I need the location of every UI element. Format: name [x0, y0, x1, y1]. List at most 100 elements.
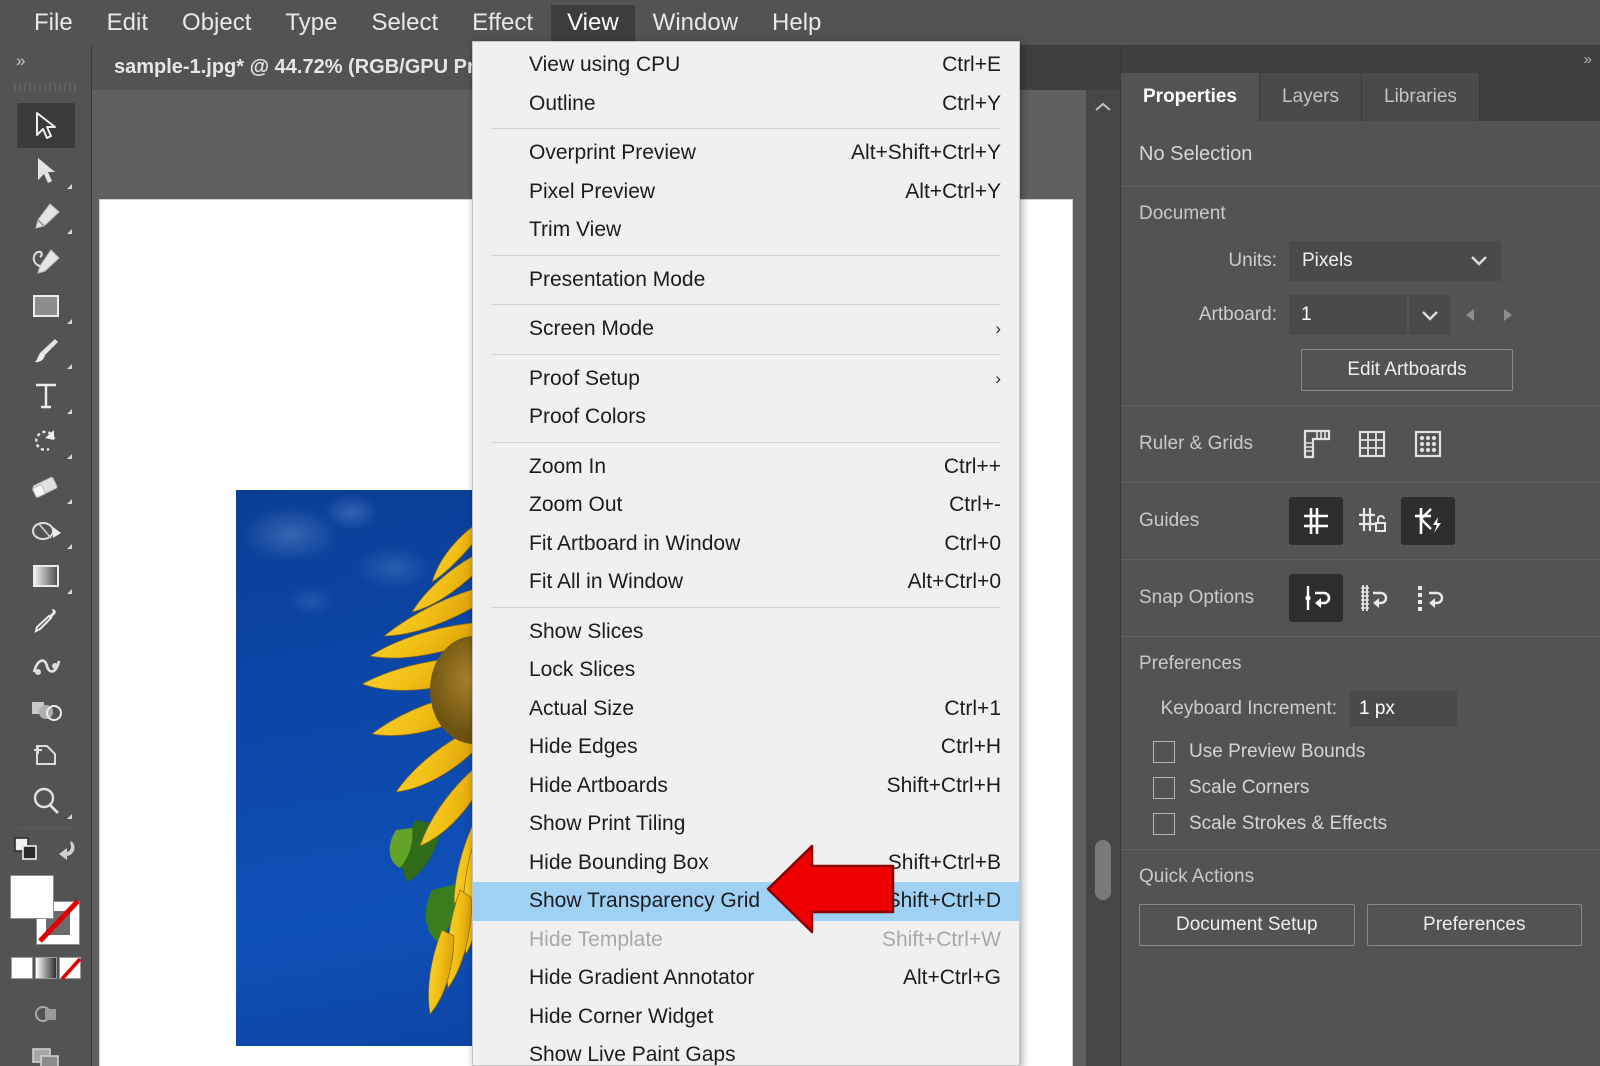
menu-item-presentation-mode[interactable]: Presentation Mode: [473, 261, 1019, 300]
reset-default-icon[interactable]: [51, 837, 79, 868]
panel-collapse-icon[interactable]: »: [1121, 45, 1600, 73]
eyedropper-tool[interactable]: [17, 598, 75, 643]
direct-selection-tool[interactable]: [17, 148, 75, 193]
menu-item-zoom-in[interactable]: Zoom InCtrl++: [473, 448, 1019, 487]
eraser-tool[interactable]: [17, 463, 75, 508]
use-preview-bounds-row[interactable]: Use Preview Bounds: [1153, 741, 1582, 763]
gradient-swatch[interactable]: [35, 957, 57, 979]
color-swatch[interactable]: [11, 957, 33, 979]
rotate-tool[interactable]: [17, 418, 75, 463]
canvas-vertical-scrollbar[interactable]: [1086, 90, 1120, 1066]
menu-item-trim-view[interactable]: Trim View: [473, 211, 1019, 250]
menu-item-hide-gradient-annotator[interactable]: Hide Gradient AnnotatorAlt+Ctrl+G: [473, 959, 1019, 998]
view-dropdown-menu[interactable]: View using CPUCtrl+EOutlineCtrl+Y Overpri…: [472, 41, 1020, 1066]
use-preview-bounds-checkbox[interactable]: [1153, 741, 1175, 763]
rectangle-tool[interactable]: [17, 283, 75, 328]
tab-properties[interactable]: Properties: [1121, 73, 1260, 121]
menu-help[interactable]: Help: [756, 5, 837, 41]
fill-stroke-swatches[interactable]: [10, 875, 82, 947]
units-select[interactable]: Pixels: [1289, 241, 1501, 281]
swap-fill-stroke-icon[interactable]: [13, 836, 43, 869]
pen-tool[interactable]: [17, 193, 75, 238]
menu-item-lock-slices[interactable]: Lock Slices: [473, 651, 1019, 690]
menu-object[interactable]: Object: [166, 5, 267, 41]
menu-item-hide-bounding-box[interactable]: Hide Bounding BoxShift+Ctrl+B: [473, 844, 1019, 883]
triangle-right-icon[interactable]: [1489, 295, 1527, 335]
artboard-tool[interactable]: [17, 733, 75, 778]
menu-item-show-slices[interactable]: Show Slices: [473, 613, 1019, 652]
tab-layers[interactable]: Layers: [1260, 73, 1362, 121]
artboard-input[interactable]: 1: [1289, 295, 1407, 335]
menu-item-proof-setup[interactable]: Proof Setup›: [473, 360, 1019, 399]
panel-drag-handle[interactable]: [14, 77, 77, 97]
smart-guides-icon[interactable]: [1401, 497, 1455, 545]
snap-to-grid-icon[interactable]: [1345, 574, 1399, 622]
shape-builder-tool[interactable]: [17, 688, 75, 733]
scale-corners-checkbox[interactable]: [1153, 777, 1175, 799]
menu-item-show-transparency-grid[interactable]: Show Transparency GridShift+Ctrl+D: [473, 882, 1019, 921]
show-rulers-icon[interactable]: [1289, 420, 1343, 468]
scale-corners-row[interactable]: Scale Corners: [1153, 777, 1582, 799]
scrollbar-thumb[interactable]: [1095, 840, 1111, 900]
menu-item-pixel-preview[interactable]: Pixel PreviewAlt+Ctrl+Y: [473, 173, 1019, 212]
gradient-tool[interactable]: [17, 553, 75, 598]
snap-to-point-icon[interactable]: [1289, 574, 1343, 622]
menu-window[interactable]: Window: [637, 5, 754, 41]
triangle-left-icon[interactable]: [1451, 295, 1489, 335]
zoom-tool[interactable]: [17, 778, 75, 823]
menu-item-hide-artboards[interactable]: Hide ArtboardsShift+Ctrl+H: [473, 767, 1019, 806]
menu-edit[interactable]: Edit: [91, 5, 164, 41]
menu-item-label: Trim View: [529, 218, 1001, 242]
tab-libraries[interactable]: Libraries: [1362, 73, 1480, 121]
scale-strokes-effects-checkbox[interactable]: [1153, 813, 1175, 835]
type-tool[interactable]: [17, 373, 75, 418]
scale-strokes-effects-row[interactable]: Scale Strokes & Effects: [1153, 813, 1582, 835]
menu-item-hide-edges[interactable]: Hide EdgesCtrl+H: [473, 728, 1019, 767]
menu-item-zoom-out[interactable]: Zoom OutCtrl+-: [473, 486, 1019, 525]
drawing-mode-button[interactable]: [17, 991, 75, 1036]
menu-item-proof-colors[interactable]: Proof Colors: [473, 398, 1019, 437]
fill-swatch[interactable]: [10, 875, 54, 919]
paintbrush-tool[interactable]: [17, 328, 75, 373]
menu-effect[interactable]: Effect: [456, 5, 549, 41]
chevron-double-right-icon[interactable]: »: [0, 45, 91, 77]
menu-item-overprint-preview[interactable]: Overprint PreviewAlt+Shift+Ctrl+Y: [473, 134, 1019, 173]
menu-item-fit-all-in-window[interactable]: Fit All in WindowAlt+Ctrl+0: [473, 563, 1019, 602]
color-mode-buttons[interactable]: [9, 957, 83, 979]
screen-mode-button[interactable]: [17, 1036, 75, 1066]
chevron-up-icon[interactable]: [1086, 90, 1120, 124]
none-swatch[interactable]: [59, 957, 81, 979]
menu-item-fit-artboard-in-window[interactable]: Fit Artboard in WindowCtrl+0: [473, 525, 1019, 564]
menu-file[interactable]: File: [18, 5, 89, 41]
preferences-button[interactable]: Preferences: [1367, 904, 1583, 946]
curvature-tool[interactable]: [17, 238, 75, 283]
menu-item-label: Show Live Paint Gaps: [529, 1043, 1001, 1066]
menu-item-label: Hide Artboards: [529, 774, 863, 798]
lock-guides-icon[interactable]: [1345, 497, 1399, 545]
show-guides-icon[interactable]: [1289, 497, 1343, 545]
edit-artboards-button[interactable]: Edit Artboards: [1301, 349, 1513, 391]
show-grid-icon[interactable]: [1345, 420, 1399, 468]
menu-view[interactable]: View: [551, 5, 635, 41]
menu-item-actual-size[interactable]: Actual SizeCtrl+1: [473, 690, 1019, 729]
menu-item-view-using-cpu[interactable]: View using CPUCtrl+E: [473, 46, 1019, 85]
document-tab[interactable]: sample-1.jpg* @ 44.72% (RGB/GPU Pre: [92, 45, 508, 90]
snap-to-pixel-icon[interactable]: [1401, 574, 1455, 622]
menu-item-hide-corner-widget[interactable]: Hide Corner Widget: [473, 998, 1019, 1037]
artboard-dropdown-button[interactable]: [1409, 295, 1451, 335]
show-transparency-grid-icon[interactable]: [1401, 420, 1455, 468]
menu-item-screen-mode[interactable]: Screen Mode›: [473, 310, 1019, 349]
menu-item-show-live-paint-gaps[interactable]: Show Live Paint Gaps: [473, 1036, 1019, 1066]
scale-tool[interactable]: [17, 508, 75, 553]
menu-item-label: Presentation Mode: [529, 268, 1001, 292]
keyboard-increment-input[interactable]: 1 px: [1349, 691, 1457, 727]
chevron-right-icon: ›: [995, 369, 1001, 389]
blend-tool[interactable]: [17, 643, 75, 688]
selection-tool[interactable]: [17, 103, 75, 148]
menu-select[interactable]: Select: [355, 5, 454, 41]
placed-image-sunflower[interactable]: [236, 490, 486, 1046]
menu-item-show-print-tiling[interactable]: Show Print Tiling: [473, 805, 1019, 844]
menu-type[interactable]: Type: [269, 5, 353, 41]
menu-item-outline[interactable]: OutlineCtrl+Y: [473, 85, 1019, 124]
document-setup-button[interactable]: Document Setup: [1139, 904, 1355, 946]
